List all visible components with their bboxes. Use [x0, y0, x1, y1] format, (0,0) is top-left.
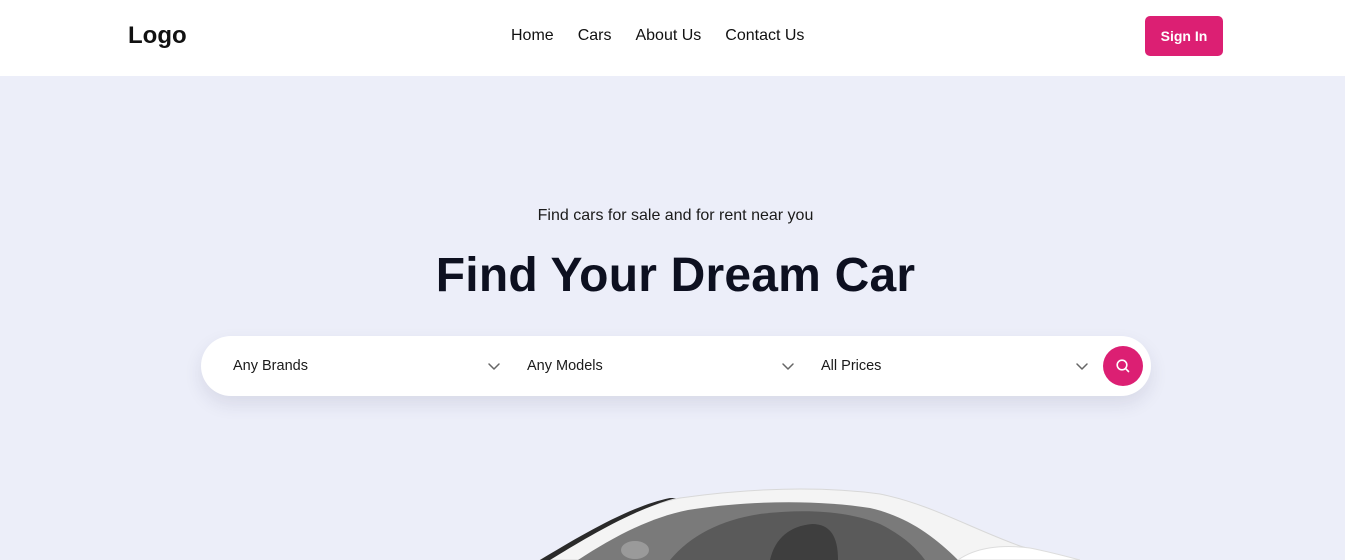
search-icon [1116, 359, 1130, 373]
hero-title: Find Your Dream Car [435, 249, 916, 302]
nav-link-home[interactable]: Home [511, 27, 554, 45]
brand-select-value: Any Brands [233, 358, 308, 374]
nav-link-cars[interactable]: Cars [578, 27, 612, 45]
chevron-down-icon [782, 363, 794, 370]
hero-section: Find cars for sale and for rent near you… [0, 76, 1345, 560]
hero-subtitle: Find cars for sale and for rent near you [537, 207, 814, 224]
price-select-value: All Prices [821, 358, 882, 374]
price-select[interactable]: All Prices [821, 336, 1089, 396]
chevron-down-icon [488, 363, 500, 370]
car-image [539, 488, 1080, 560]
sign-in-button[interactable]: Sign In [1145, 16, 1223, 56]
search-button[interactable] [1103, 346, 1143, 386]
model-select-value: Any Models [527, 358, 603, 374]
top-navbar: Logo Home Cars About Us Contact Us Sign … [0, 0, 1345, 76]
model-select[interactable]: Any Models [527, 336, 795, 396]
nav-link-about-us[interactable]: About Us [635, 27, 701, 45]
car-search-bar: Any Brands Any Models All Prices [201, 336, 1151, 396]
brand-select[interactable]: Any Brands [233, 336, 501, 396]
nav-link-contact-us[interactable]: Contact Us [725, 27, 804, 45]
main-nav: Home Cars About Us Contact Us [511, 27, 804, 45]
chevron-down-icon [1076, 363, 1088, 370]
logo[interactable]: Logo [128, 22, 187, 50]
